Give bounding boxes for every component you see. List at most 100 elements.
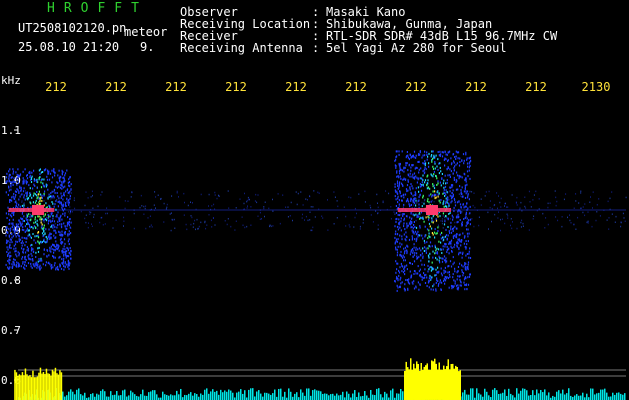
echo-pixel [431, 217, 433, 220]
echo-pixel [428, 201, 430, 204]
echo-pixel [397, 279, 399, 282]
noise-speck [257, 215, 259, 217]
noise-speck [272, 225, 274, 227]
noise-speck [522, 225, 524, 227]
echo-pixel [441, 231, 443, 234]
echo-pixel [394, 236, 396, 239]
echo-pixel [66, 198, 68, 201]
noise-speck [300, 191, 302, 193]
noise-speck [440, 220, 442, 222]
echo-pixel [25, 217, 27, 220]
echo-pixel [35, 251, 37, 254]
echo-pixel [68, 199, 70, 202]
echo-pixel [400, 262, 402, 265]
echo-pixel [48, 228, 50, 231]
echo-pixel [459, 161, 461, 163]
echo-pixel [434, 228, 436, 231]
noise-speck [472, 204, 474, 207]
echo-pixel [445, 243, 447, 246]
echo-pixel [62, 241, 64, 244]
echo-pixel [23, 181, 25, 184]
echo-pixel [407, 189, 409, 192]
echo-pixel [432, 167, 435, 170]
echo-pixel [15, 178, 17, 181]
echo-pixel [436, 191, 438, 194]
echo-pixel [440, 241, 442, 244]
noise-speck [123, 225, 124, 227]
echo-pixel [457, 188, 459, 191]
echo-pixel [41, 241, 43, 244]
echo-pixel [455, 188, 458, 191]
echo-pixel [424, 225, 426, 228]
echo-pixel [451, 192, 453, 195]
echo-pixel [420, 259, 422, 262]
echo-pixel [431, 245, 433, 248]
noise-speck [309, 219, 311, 221]
noise-trace-bar [260, 393, 262, 400]
echo-pixel [50, 226, 52, 228]
noise-speck [52, 191, 54, 193]
echo-pixel [417, 281, 419, 284]
echo-pixel [21, 256, 24, 259]
echo-pixel [395, 156, 397, 159]
echo-pixel [469, 205, 471, 208]
noise-trace-bar [268, 393, 270, 400]
noise-speck [538, 208, 540, 210]
noise-speck [214, 191, 216, 194]
echo-pixel [60, 176, 62, 179]
noise-speck [485, 191, 487, 193]
echo-pixel [8, 234, 10, 237]
echo-pixel [449, 212, 451, 214]
echo-pixel [443, 191, 445, 194]
echo-pixel [435, 196, 437, 199]
noise-trace-bar [390, 390, 392, 400]
noise-speck [606, 219, 608, 221]
echo-pixel [56, 213, 58, 216]
noise-speck [400, 213, 402, 216]
echo-pixel [34, 201, 37, 204]
echo-pixel [441, 177, 443, 180]
noise-trace-bar [174, 395, 176, 400]
echo-pixel [464, 263, 466, 266]
noise-speck [318, 192, 320, 194]
echo-pixel [63, 222, 65, 225]
echo-pixel [420, 249, 422, 252]
echo-pixel [463, 281, 465, 284]
echo-pixel [410, 226, 412, 229]
echo-pixel [461, 223, 463, 226]
echo-pixel [10, 227, 12, 230]
noise-speck [287, 216, 289, 218]
echo-pixel [423, 239, 425, 242]
noise-trace-bar [502, 392, 504, 400]
echo-pixel [11, 222, 13, 225]
noise-speck [150, 224, 152, 226]
noise-speck [510, 218, 512, 220]
noise-trace-bar [346, 391, 348, 400]
echo-pixel [444, 202, 446, 205]
echo-pixel [461, 271, 463, 274]
echo-pixel [37, 236, 40, 239]
noise-speck [557, 219, 559, 222]
noise-trace-bar [606, 392, 608, 400]
echo-pixel [467, 261, 470, 264]
echo-pixel [469, 218, 472, 221]
echo-pixel [403, 256, 405, 259]
echo-pixel [453, 160, 455, 163]
noise-speck [119, 196, 121, 198]
echo-pixel [428, 222, 431, 225]
noise-speck [375, 210, 377, 212]
echo-pixel [63, 180, 65, 183]
noise-trace-bar [114, 394, 116, 400]
noise-speck [66, 201, 68, 203]
echo-pixel [446, 199, 448, 202]
echo-pixel [7, 193, 9, 196]
echo-pixel [467, 235, 469, 238]
echo-pixel [437, 168, 439, 171]
noise-speck [133, 212, 135, 215]
noise-speck [349, 226, 351, 228]
echo-pixel [395, 246, 397, 249]
echo-pixel [443, 188, 445, 191]
echo-pixel [436, 184, 438, 186]
echo-pixel [64, 225, 66, 228]
echo-pixel [28, 257, 30, 260]
